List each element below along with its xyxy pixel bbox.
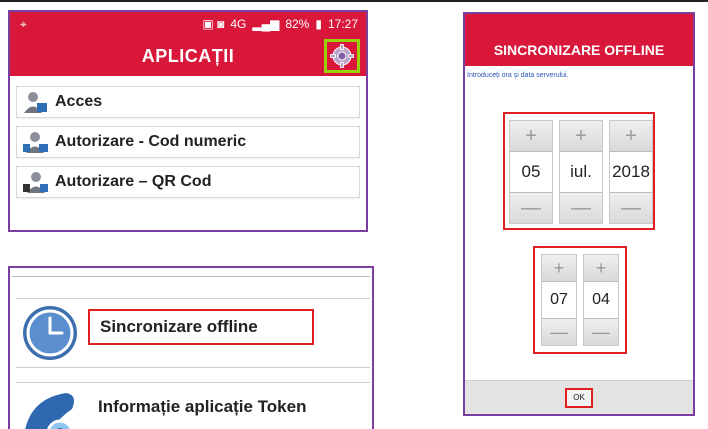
month-increment-button[interactable]: + (560, 121, 602, 151)
app-item-acces[interactable]: Acces (16, 86, 360, 118)
clock-icon (23, 306, 77, 360)
sync-label-box: Sincronizare offline (88, 309, 314, 345)
battery-icon: ▮ (315, 17, 322, 31)
day-decrement-button[interactable]: — (510, 193, 552, 223)
minute-value[interactable]: 04 (584, 281, 618, 319)
app-item-qr-cod[interactable]: Autorizare – QR Cod (16, 166, 360, 198)
offline-sync-dialog: SINCRONIZARE OFFLINE Introduceți ora și … (463, 12, 695, 416)
ok-button[interactable]: OK (565, 387, 593, 408)
top-divider (0, 0, 708, 2)
hour-spinner[interactable]: + 07 — (541, 254, 577, 346)
app-label: Autorizare - Cod numeric (55, 133, 247, 150)
token-key-icon (25, 393, 74, 429)
menu-item-sincronizare[interactable]: Sincronizare offline (16, 298, 370, 368)
clock-icon-wrap (20, 303, 80, 363)
clock-time: 17:27 (327, 17, 358, 31)
minute-decrement-button[interactable]: — (584, 319, 618, 345)
year-spinner[interactable]: + 2018 — (609, 120, 653, 224)
hour-decrement-button[interactable]: — (542, 319, 576, 345)
status-right: ▣ ◙ 4G ▂▄▆ 82% ▮ 17:27 (202, 17, 358, 31)
dialog-title: SINCRONIZARE OFFLINE (465, 34, 693, 66)
year-increment-button[interactable]: + (610, 121, 652, 151)
app-label: Acces (55, 93, 103, 110)
notification-icons: ▣ ◙ (202, 17, 225, 31)
network-indicator: 4G (230, 17, 247, 31)
dialog-hint: Introduceți ora și data serverului. (467, 72, 569, 79)
app-bar: APLICAȚII (10, 36, 366, 76)
app-item-cod-numeric[interactable]: Autorizare - Cod numeric (16, 126, 360, 158)
day-spinner[interactable]: + 05 — (509, 120, 553, 224)
signal-icon: ▂▄▆ (252, 17, 280, 31)
dialog-status-strip (465, 14, 693, 34)
sync-label: Sincronizare offline (100, 317, 258, 336)
dialog-footer: OK (465, 380, 693, 414)
settings-button[interactable] (324, 39, 360, 73)
month-spinner[interactable]: + iul. — (559, 120, 603, 224)
divider (12, 276, 370, 277)
year-value[interactable]: 2018 (610, 151, 652, 193)
hour-value[interactable]: 07 (542, 281, 576, 319)
apps-screen: ⌖ ▣ ◙ 4G ▂▄▆ 82% ▮ 17:27 APLICAȚII Acces… (8, 10, 368, 232)
month-value[interactable]: iul. (560, 151, 602, 193)
status-bar: ⌖ ▣ ◙ 4G ▂▄▆ 82% ▮ 17:27 (10, 12, 366, 36)
gear-icon (330, 44, 354, 68)
month-decrement-button[interactable]: — (560, 193, 602, 223)
app-label: Autorizare – QR Cod (55, 173, 212, 190)
minute-spinner[interactable]: + 04 — (583, 254, 619, 346)
person-numeric-icon (23, 132, 48, 153)
year-decrement-button[interactable]: — (610, 193, 652, 223)
app-list: Acces Autorizare - Cod numeric Autorizar… (10, 76, 366, 198)
day-value[interactable]: 05 (510, 151, 552, 193)
location-icon: ⌖ (20, 16, 27, 31)
day-increment-button[interactable]: + (510, 121, 552, 151)
page-title: APLICAȚII (141, 45, 235, 66)
token-label: Informație aplicație Token (98, 397, 307, 416)
settings-menu-screen: Sincronizare offline Informație aplicați… (8, 266, 374, 429)
menu-item-token[interactable]: Informație aplicație Token (16, 382, 370, 429)
hour-increment-button[interactable]: + (542, 255, 576, 281)
battery-percent: 82% (285, 17, 310, 31)
minute-increment-button[interactable]: + (584, 255, 618, 281)
person-lock-icon (24, 92, 47, 113)
person-qr-icon (23, 172, 48, 193)
